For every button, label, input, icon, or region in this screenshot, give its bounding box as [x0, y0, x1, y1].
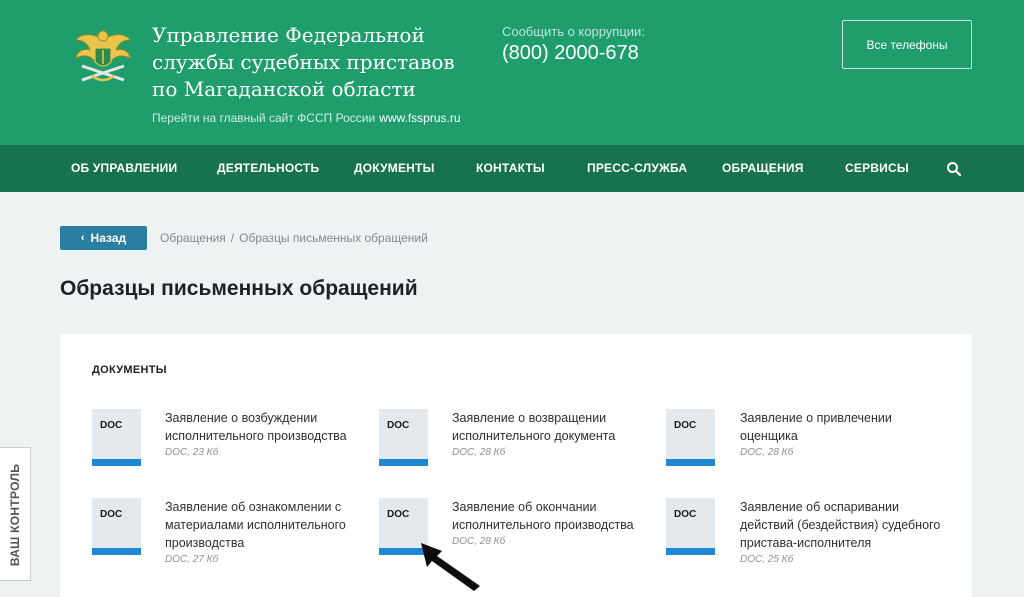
doc-name-line: Заявление о привлечении	[740, 411, 892, 425]
doc-name-line: пристава-исполнителя	[740, 536, 872, 550]
doc-name-line: исполнительного производства	[452, 518, 634, 532]
documents-section-title: ДОКУМЕНТЫ	[92, 364, 167, 376]
corruption-label: Сообщить о коррупции:	[502, 24, 645, 39]
nav-item-appeals[interactable]: ОБРАЩЕНИЯ	[722, 145, 804, 192]
doc-name-line: исполнительного документа	[452, 429, 616, 443]
doc-file-type: DOC	[674, 420, 697, 431]
your-control-tab[interactable]: ВАШ КОНТРОЛЬ	[0, 447, 31, 581]
doc-file-type: DOC	[387, 509, 410, 520]
nav-item-press[interactable]: ПРЕСС-СЛУЖБА	[587, 145, 687, 192]
org-title[interactable]: Управление Федеральной службы судебных п…	[152, 22, 482, 103]
doc-file-type: DOC	[387, 420, 410, 431]
main-site-link[interactable]: Перейти на главный сайт ФССП России www.f…	[152, 111, 461, 125]
doc-meta: DOC, 25 Кб	[740, 554, 794, 565]
doc-name-line: Заявление о возвращении	[452, 411, 607, 425]
doc-name-line: Заявление о возбуждении	[165, 411, 318, 425]
back-button-label: Назад	[90, 231, 127, 245]
doc-link[interactable]: Заявление о возвращении исполнительного …	[452, 409, 642, 445]
doc-link[interactable]: Заявление об оспаривании действий (безде…	[740, 498, 945, 552]
nav-item-contacts[interactable]: КОНТАКТЫ	[476, 145, 545, 192]
arrow-pointer-icon	[421, 543, 480, 591]
doc-file-type: DOC	[100, 420, 123, 431]
doc-meta: DOC, 23 Кб	[165, 447, 219, 458]
breadcrumb-item-current: Образцы письменных обращений	[239, 231, 428, 245]
main-site-url: www.fssprus.ru	[379, 111, 461, 125]
doc-link[interactable]: Заявление об ознакомлении с материалами …	[165, 498, 355, 552]
doc-name-line: исполнительного производства	[165, 429, 347, 443]
page-title: Образцы письменных обращений	[60, 277, 418, 300]
main-nav: ОБ УПРАВЛЕНИИ ДЕЯТЕЛЬНОСТЬ ДОКУМЕНТЫ КОН…	[0, 145, 1024, 192]
org-title-line: Управление Федеральной	[152, 23, 425, 47]
doc-name-line: действий (бездействия) судебного	[740, 518, 941, 532]
main-site-text: Перейти на главный сайт ФССП России	[152, 111, 376, 125]
doc-meta: DOC, 28 Кб	[452, 447, 506, 458]
fssp-emblem-icon[interactable]	[74, 26, 132, 88]
doc-name-line: оценщика	[740, 429, 798, 443]
nav-item-documents[interactable]: ДОКУМЕНТЫ	[354, 145, 435, 192]
doc-file-type: DOC	[674, 509, 697, 520]
breadcrumb-separator: /	[230, 231, 235, 245]
breadcrumb-item-appeals[interactable]: Обращения	[160, 231, 226, 245]
doc-name-line: материалами исполнительного	[165, 518, 346, 532]
doc-meta: DOC, 27 Кб	[165, 554, 219, 565]
chevron-left-icon: ‹	[80, 232, 85, 244]
all-phones-button[interactable]: Все телефоны	[842, 20, 972, 69]
doc-name-line: производства	[165, 536, 245, 550]
doc-file-icon[interactable]: DOC	[92, 498, 141, 555]
doc-file-icon[interactable]: DOC	[666, 498, 715, 555]
your-control-label: ВАШ КОНТРОЛЬ	[8, 463, 22, 567]
doc-link[interactable]: Заявление о привлечении оценщика	[740, 409, 930, 445]
doc-file-icon[interactable]: DOC	[666, 409, 715, 466]
nav-item-activity[interactable]: ДЕЯТЕЛЬНОСТЬ	[217, 145, 319, 192]
corruption-phone[interactable]: (800) 2000-678	[502, 42, 639, 65]
doc-name-line: Заявление об ознакомлении с	[165, 500, 342, 514]
nav-item-services[interactable]: СЕРВИСЫ	[845, 145, 909, 192]
doc-name-line: Заявление об окончании	[452, 500, 597, 514]
doc-file-type: DOC	[100, 509, 123, 520]
doc-file-icon[interactable]: DOC	[92, 409, 141, 466]
doc-meta: DOC, 28 Кб	[740, 447, 794, 458]
org-title-line: службы судебных приставов	[152, 50, 455, 74]
doc-link[interactable]: Заявление о возбуждении исполнительного …	[165, 409, 355, 445]
doc-link[interactable]: Заявление об окончании исполнительного п…	[452, 498, 642, 534]
org-title-line: по Магаданской области	[152, 77, 416, 101]
nav-item-about[interactable]: ОБ УПРАВЛЕНИИ	[71, 145, 177, 192]
doc-name-line: Заявление об оспаривании	[740, 500, 899, 514]
back-button[interactable]: ‹ Назад	[60, 226, 147, 250]
breadcrumb: Обращения / Образцы письменных обращений	[160, 231, 428, 245]
doc-file-icon[interactable]: DOC	[379, 409, 428, 466]
site-header: Управление Федеральной службы судебных п…	[0, 0, 1024, 145]
search-icon[interactable]	[946, 161, 962, 177]
